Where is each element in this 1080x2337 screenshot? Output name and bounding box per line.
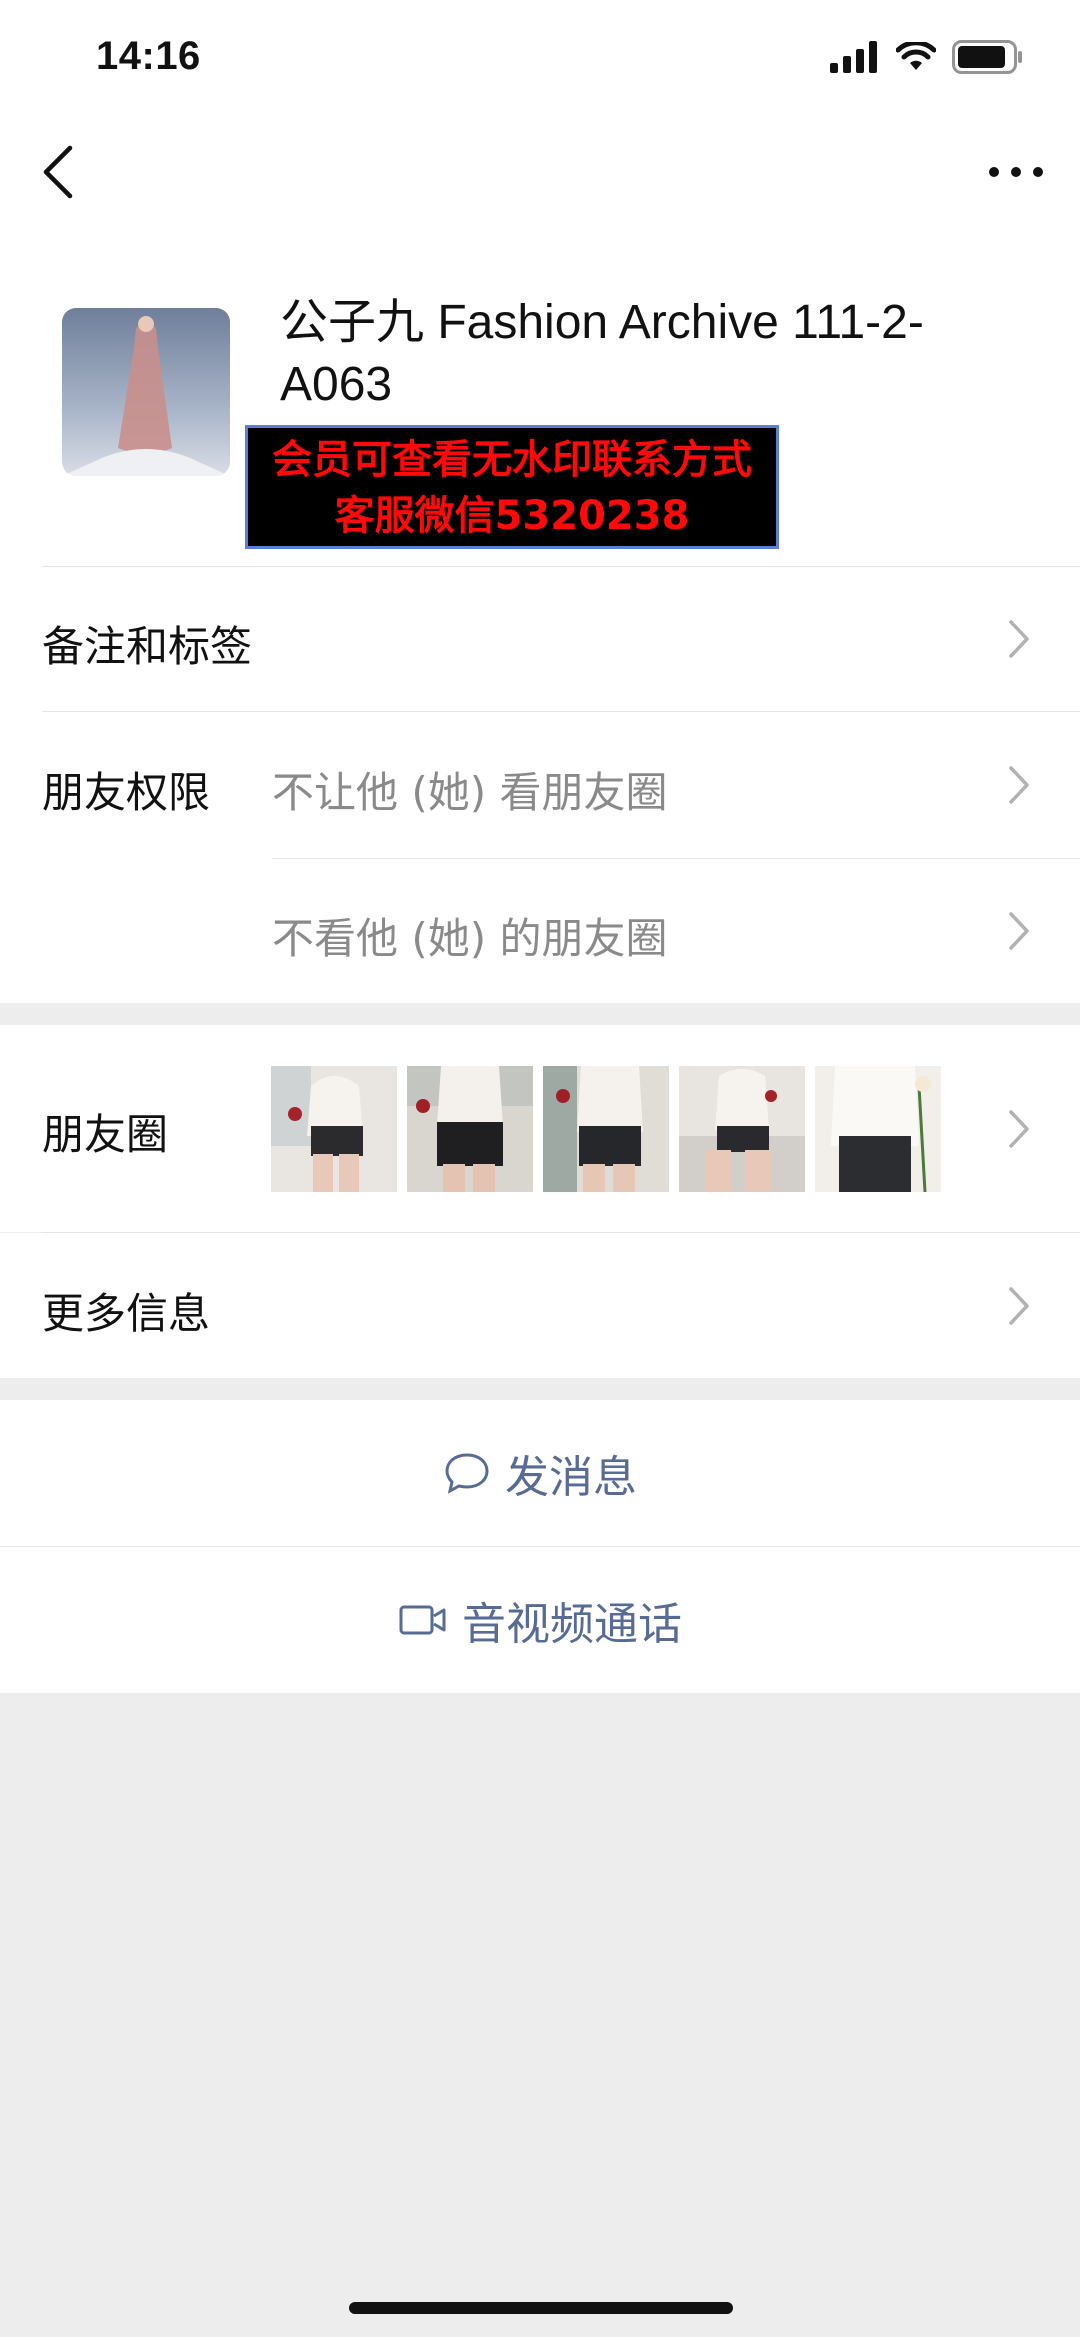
more-button[interactable] bbox=[986, 150, 1046, 194]
profile-name: 公子九 Fashion Archive 111-2-A063 bbox=[280, 296, 924, 411]
status-icons bbox=[830, 40, 1024, 74]
moments-thumbnail[interactable] bbox=[407, 1066, 533, 1192]
row-moments-label: 朋友圈 bbox=[42, 1110, 169, 1159]
battery-icon bbox=[952, 40, 1022, 74]
row-remarks-tags-label: 备注和标签 bbox=[42, 622, 253, 671]
chevron-right-icon bbox=[1009, 620, 1029, 658]
back-button[interactable] bbox=[36, 142, 80, 202]
section-gap bbox=[0, 1003, 1080, 1025]
chevron-right-icon bbox=[1009, 1110, 1029, 1148]
chat-bubble-icon bbox=[445, 1453, 489, 1494]
row-hide-their-moments-label: 不看他 (她) 的朋友圈 bbox=[272, 914, 668, 963]
row-friend-permissions-label: 朋友权限 bbox=[42, 768, 211, 817]
send-message-label: 发消息 bbox=[505, 1452, 637, 1503]
row-friend-permissions[interactable]: 朋友权限 不让他 (她) 看朋友圈 bbox=[0, 712, 1080, 858]
home-indicator[interactable] bbox=[349, 2302, 733, 2314]
chevron-right-icon bbox=[1009, 1287, 1029, 1325]
row-remarks-tags[interactable]: 备注和标签 bbox=[0, 567, 1080, 711]
chevron-left-icon bbox=[43, 145, 73, 199]
moments-thumbnail[interactable] bbox=[815, 1066, 941, 1192]
avatar[interactable] bbox=[62, 308, 230, 476]
banner-line-2: 客服微信5320238 bbox=[334, 493, 690, 539]
video-call-button[interactable]: 音视频通话 bbox=[0, 1547, 1080, 1693]
row-more-info-label: 更多信息 bbox=[42, 1289, 211, 1338]
send-message-button[interactable]: 发消息 bbox=[0, 1400, 1080, 1546]
chevron-right-icon bbox=[1009, 912, 1029, 950]
row-hide-their-moments[interactable]: 不看他 (她) 的朋友圈 bbox=[0, 859, 1080, 1003]
signal-icon bbox=[830, 41, 877, 73]
banner-line-1: 会员可查看无水印联系方式 bbox=[272, 437, 752, 483]
status-time: 14:16 bbox=[96, 34, 201, 78]
wifi-icon bbox=[896, 42, 936, 70]
chevron-right-icon bbox=[1009, 766, 1029, 804]
more-dots-icon bbox=[989, 167, 1043, 177]
moments-thumbnail[interactable] bbox=[271, 1066, 397, 1192]
row-hide-my-moments-label: 不让他 (她) 看朋友圈 bbox=[272, 768, 668, 817]
moments-thumbnail[interactable] bbox=[679, 1066, 805, 1192]
row-more-info[interactable]: 更多信息 bbox=[0, 1233, 1080, 1378]
video-call-label: 音视频通话 bbox=[462, 1599, 682, 1650]
video-camera-icon bbox=[399, 1605, 446, 1635]
moments-thumbnail[interactable] bbox=[543, 1066, 669, 1192]
section-gap bbox=[0, 1378, 1080, 1400]
watermark-banner: 会员可查看无水印联系方式 客服微信5320238 bbox=[245, 425, 779, 549]
